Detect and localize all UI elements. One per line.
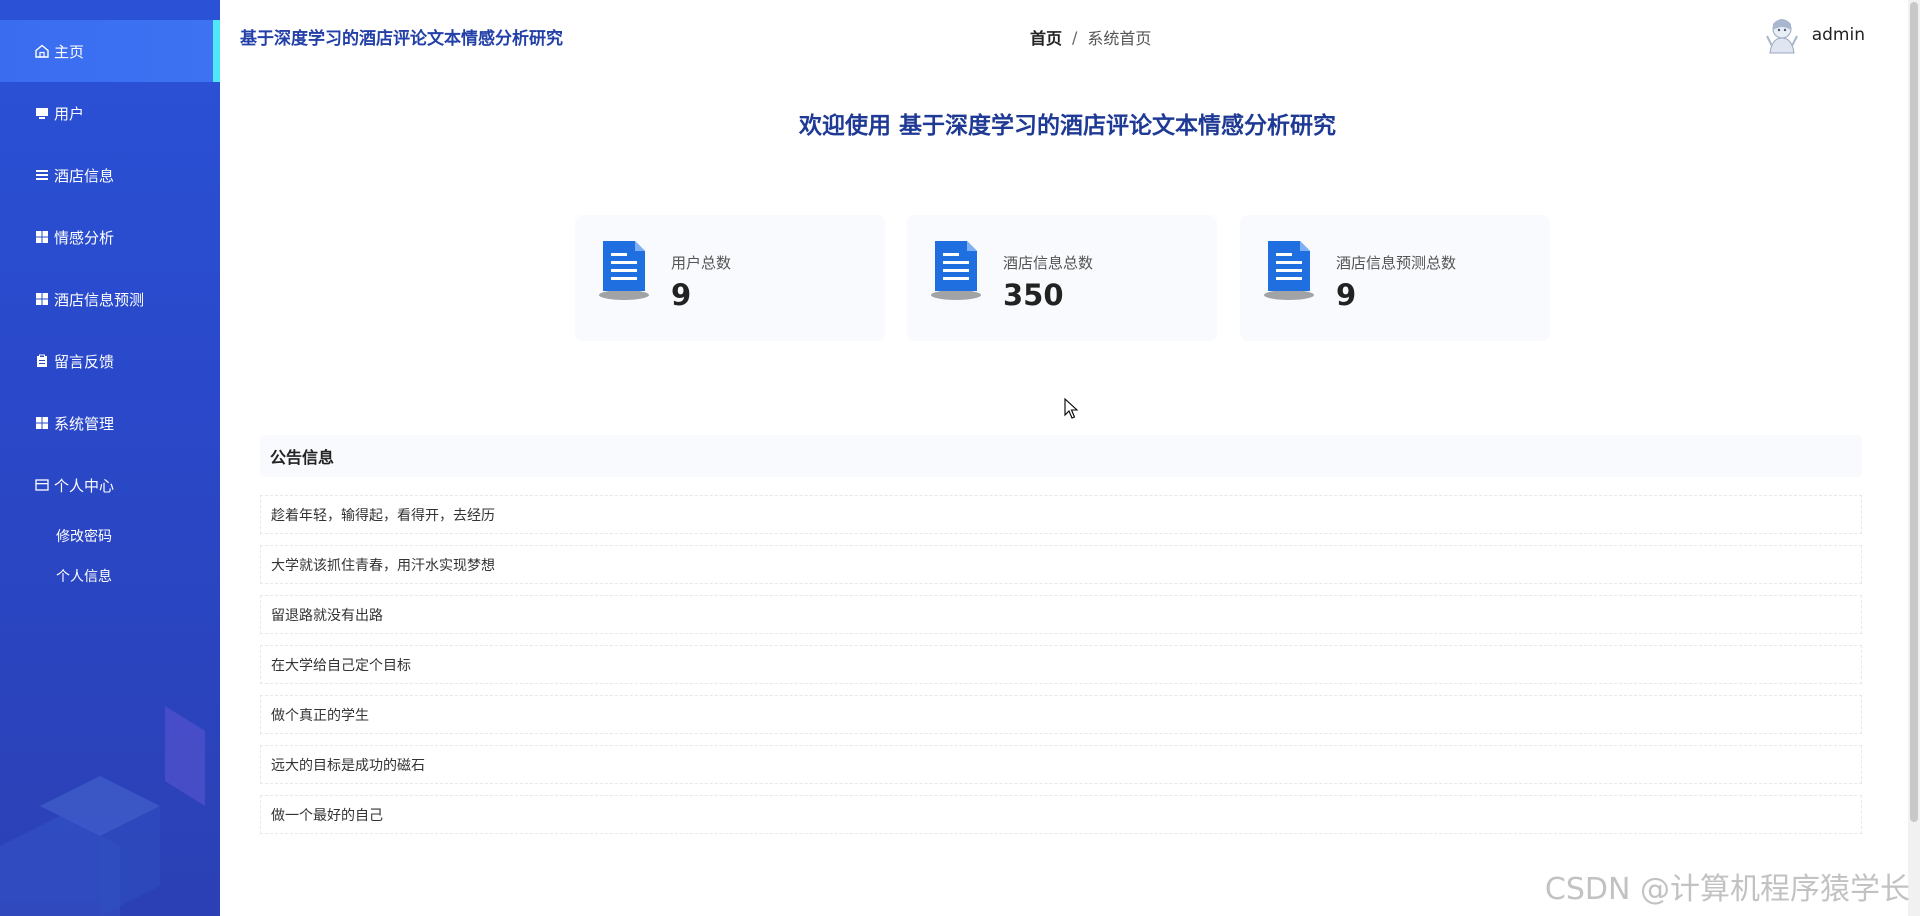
notice-item[interactable]: 远大的目标是成功的磁石	[260, 745, 1862, 784]
mouse-cursor-icon	[1064, 398, 1078, 419]
clipboard-icon	[34, 353, 50, 369]
document-icon	[931, 241, 981, 300]
notice-item[interactable]: 留退路就没有出路	[260, 595, 1862, 634]
notice-item[interactable]: 在大学给自己定个目标	[260, 645, 1862, 684]
sidebar-item-label: 用户	[54, 104, 85, 123]
stat-card-users: 用户总数 9	[575, 215, 885, 341]
page-scrollbar[interactable]	[1908, 0, 1920, 916]
stat-label: 酒店信息总数	[1003, 254, 1094, 272]
sidebar-item-users[interactable]: 用户	[0, 82, 220, 144]
breadcrumb-separator: /	[1072, 27, 1078, 47]
document-icon	[599, 241, 649, 300]
sidebar-item-sentiment[interactable]: 情感分析	[0, 206, 220, 268]
stat-value: 9	[1336, 278, 1357, 312]
sidebar-item-hotel-info[interactable]: 酒店信息	[0, 144, 220, 206]
sidebar: 主页 用户 酒店信息 情感分析 酒店信息预测 留言反馈 系统管理 个人中心 修改…	[0, 0, 220, 916]
sidebar-item-system[interactable]: 系统管理	[0, 392, 220, 454]
card-icon	[34, 477, 50, 493]
home-icon	[34, 43, 50, 59]
breadcrumb: 首页 / 系统首页	[1030, 25, 1151, 49]
personal-center-submenu: 修改密码 个人信息	[0, 516, 220, 596]
list-icon	[34, 167, 50, 183]
sidebar-item-label: 主页	[54, 42, 85, 61]
stat-card-hotel-info: 酒店信息总数 350	[907, 215, 1217, 341]
sidebar-item-personal-center[interactable]: 个人中心	[0, 454, 220, 516]
sidebar-item-label: 情感分析	[54, 228, 115, 247]
sidebar-item-label: 酒店信息	[54, 166, 115, 185]
grid-icon	[34, 415, 50, 431]
sidebar-item-label: 酒店信息预测	[54, 290, 145, 309]
submenu-item-personal-info[interactable]: 个人信息	[0, 556, 220, 596]
breadcrumb-current: 系统首页	[1087, 29, 1152, 48]
notice-item[interactable]: 大学就该抓住青春，用汗水实现梦想	[260, 545, 1862, 584]
scrollbar-thumb[interactable]	[1910, 2, 1918, 822]
top-header: 基于深度学习的酒店评论文本情感分析研究 首页 / 系统首页 admin	[220, 0, 1920, 70]
breadcrumb-home[interactable]: 首页	[1030, 25, 1062, 49]
avatar	[1765, 19, 1798, 54]
app-title: 基于深度学习的酒店评论文本情感分析研究	[240, 29, 563, 49]
sidebar-decoration-cubes	[0, 706, 205, 916]
sidebar-item-prediction[interactable]: 酒店信息预测	[0, 268, 220, 330]
submenu-item-change-password[interactable]: 修改密码	[0, 516, 220, 556]
sidebar-item-label: 留言反馈	[54, 352, 115, 371]
stat-card-prediction: 酒店信息预测总数 9	[1240, 215, 1550, 341]
notice-section-title: 公告信息	[260, 435, 1862, 477]
notice-list: 趁着年轻，输得起，看得开，去经历 大学就该抓住青春，用汗水实现梦想 留退路就没有…	[260, 495, 1862, 845]
username: admin	[1811, 25, 1865, 45]
sidebar-item-label: 系统管理	[54, 414, 115, 433]
notice-item[interactable]: 做个真正的学生	[260, 695, 1862, 734]
stat-label: 酒店信息预测总数	[1336, 254, 1457, 272]
grid-icon	[34, 291, 50, 307]
sidebar-item-label: 个人中心	[54, 476, 115, 495]
grid-icon	[34, 229, 50, 245]
notice-item[interactable]: 趁着年轻，输得起，看得开，去经历	[260, 495, 1862, 534]
watermark: CSDN @计算机程序猿学长	[1544, 872, 1910, 907]
stat-value: 9	[671, 278, 692, 312]
document-icon	[1264, 241, 1314, 300]
welcome-heading: 欢迎使用 基于深度学习的酒店评论文本情感分析研究	[798, 113, 1336, 139]
stat-label: 用户总数	[671, 254, 732, 272]
monitor-icon	[34, 105, 50, 121]
sidebar-item-home[interactable]: 主页	[0, 20, 220, 82]
stat-value: 350	[1003, 278, 1064, 312]
notice-item[interactable]: 做一个最好的自己	[260, 795, 1862, 834]
sidebar-menu: 主页 用户 酒店信息 情感分析 酒店信息预测 留言反馈 系统管理 个人中心	[0, 0, 220, 516]
user-menu[interactable]: admin	[1764, 16, 1865, 54]
sidebar-item-feedback[interactable]: 留言反馈	[0, 330, 220, 392]
